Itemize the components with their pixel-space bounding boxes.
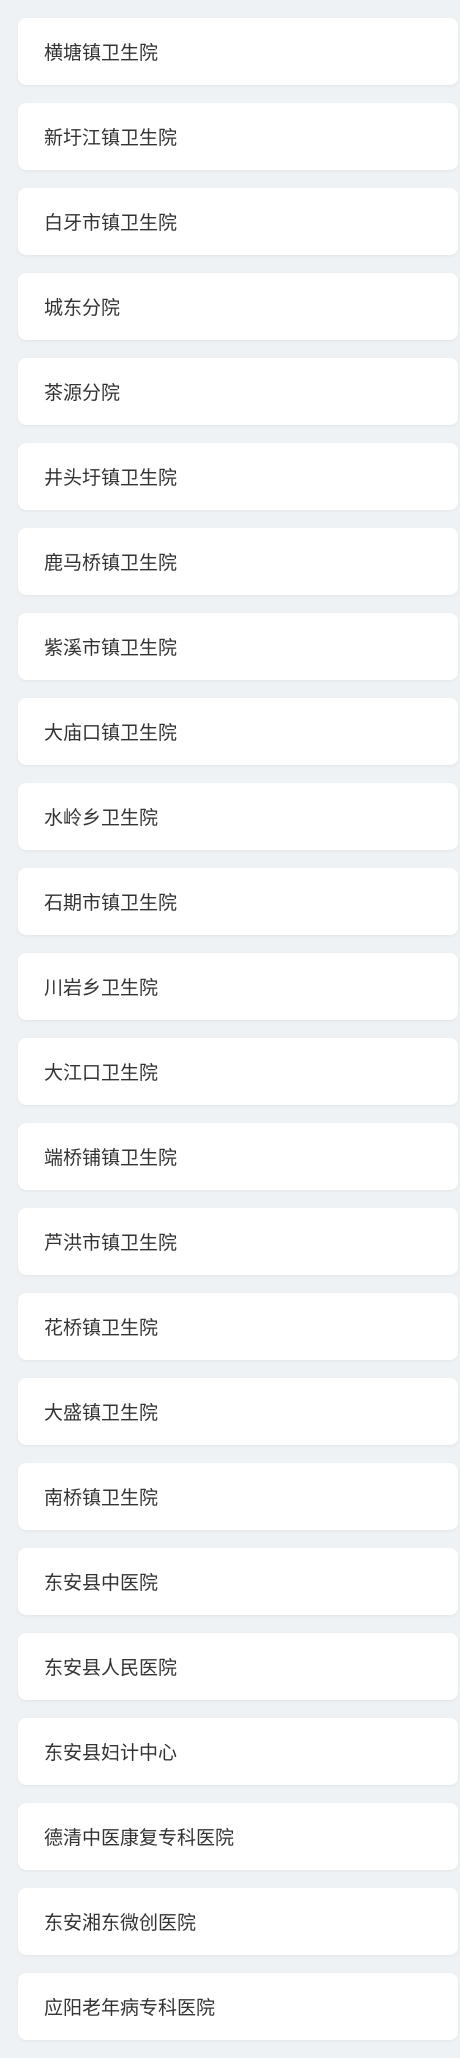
- list-item[interactable]: 石期市镇卫生院: [18, 868, 458, 935]
- list-item-label: 鹿马桥镇卫生院: [44, 552, 178, 574]
- list-item-label: 新圩江镇卫生院: [44, 127, 178, 149]
- list-item[interactable]: 芦洪市镇卫生院: [18, 1208, 458, 1275]
- list-item[interactable]: 大庙口镇卫生院: [18, 698, 458, 765]
- list-item[interactable]: 紫溪市镇卫生院: [18, 613, 458, 680]
- list-item[interactable]: 新圩江镇卫生院: [18, 103, 458, 170]
- list-item[interactable]: 德清中医康复专科医院: [18, 1803, 458, 1870]
- list-item-label: 东安县妇计中心: [44, 1742, 178, 1764]
- list-item[interactable]: 茶源分院: [18, 358, 458, 425]
- list-item-label: 芦洪市镇卫生院: [44, 1232, 178, 1254]
- list-item-label: 东安县人民医院: [44, 1657, 178, 1679]
- list-item[interactable]: 大江口卫生院: [18, 1038, 458, 1105]
- list-item-label: 紫溪市镇卫生院: [44, 637, 178, 659]
- list-item-label: 城东分院: [44, 297, 121, 319]
- list-item[interactable]: 东安县人民医院: [18, 1633, 458, 1700]
- list-item[interactable]: 东安县中医院: [18, 1548, 458, 1615]
- list-item-label: 大江口卫生院: [44, 1062, 159, 1084]
- list-item-label: 大盛镇卫生院: [44, 1402, 159, 1424]
- list-item[interactable]: 南桥镇卫生院: [18, 1463, 458, 1530]
- list-item-label: 水岭乡卫生院: [44, 807, 159, 829]
- list-item[interactable]: 白牙市镇卫生院: [18, 188, 458, 255]
- list-item[interactable]: 花桥镇卫生院: [18, 1293, 458, 1360]
- list-item[interactable]: 川岩乡卫生院: [18, 953, 458, 1020]
- list-item[interactable]: 鹿马桥镇卫生院: [18, 528, 458, 595]
- list-item-label: 东安湘东微创医院: [44, 1912, 197, 1934]
- list-item-label: 川岩乡卫生院: [44, 977, 159, 999]
- list-item-label: 南桥镇卫生院: [44, 1487, 159, 1509]
- list-item-label: 大庙口镇卫生院: [44, 722, 178, 744]
- list-item-label: 横塘镇卫生院: [44, 42, 159, 64]
- list-item-label: 白牙市镇卫生院: [44, 212, 178, 234]
- list-item-label: 东安县中医院: [44, 1572, 159, 1594]
- list-item[interactable]: 端桥铺镇卫生院: [18, 1123, 458, 1190]
- list-item[interactable]: 大盛镇卫生院: [18, 1378, 458, 1445]
- list-item[interactable]: 东安县妇计中心: [18, 1718, 458, 1785]
- list-item-label: 石期市镇卫生院: [44, 892, 178, 914]
- list-item-label: 茶源分院: [44, 382, 121, 404]
- list-item[interactable]: 水岭乡卫生院: [18, 783, 458, 850]
- list-item[interactable]: 横塘镇卫生院: [18, 18, 458, 85]
- list-item-label: 德清中医康复专科医院: [44, 1827, 235, 1849]
- list-item[interactable]: 东安湘东微创医院: [18, 1888, 458, 1955]
- list-item-label: 端桥铺镇卫生院: [44, 1147, 178, 1169]
- list-item[interactable]: 城东分院: [18, 273, 458, 340]
- list-item[interactable]: 应阳老年病专科医院: [18, 1973, 458, 2040]
- list-item[interactable]: 井头圩镇卫生院: [18, 443, 458, 510]
- list-item-label: 应阳老年病专科医院: [44, 1997, 216, 2019]
- list-item-label: 花桥镇卫生院: [44, 1317, 159, 1339]
- hospital-list: 横塘镇卫生院 新圩江镇卫生院 白牙市镇卫生院 城东分院 茶源分院 井头圩镇卫生院…: [18, 18, 458, 2058]
- list-item-label: 井头圩镇卫生院: [44, 467, 178, 489]
